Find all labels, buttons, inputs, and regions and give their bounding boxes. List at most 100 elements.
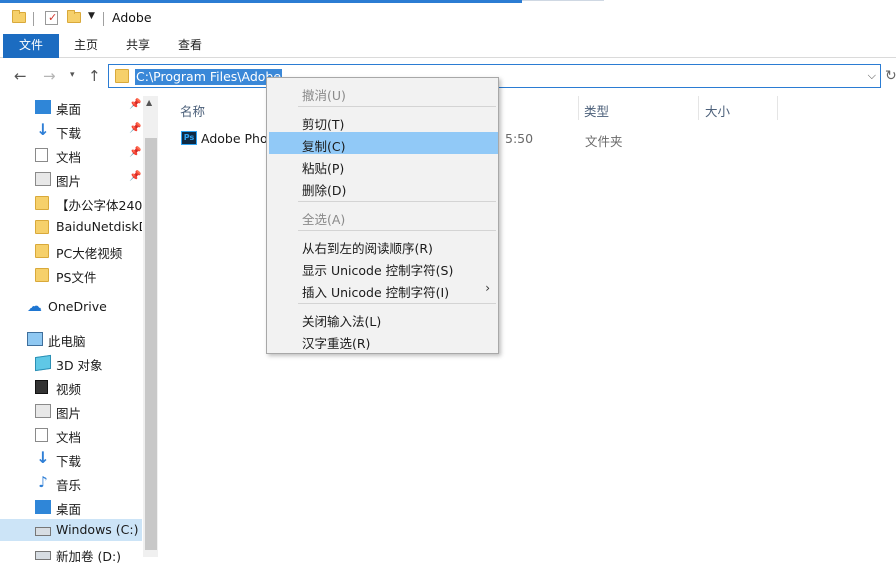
tab-home[interactable]: 主页 — [63, 34, 109, 58]
folder-icon — [35, 196, 49, 210]
folder-icon — [35, 244, 49, 258]
sidebar-item-desktop[interactable]: 桌面 — [0, 496, 142, 518]
desktop-icon — [35, 500, 51, 514]
menu-separator — [298, 201, 496, 202]
menu-item-delete[interactable]: 删除(D) — [269, 176, 498, 198]
menu-item-label: 删除(D) — [302, 183, 347, 198]
sidebar-item-videos[interactable]: 视频 — [0, 376, 142, 398]
sidebar-scrollbar-thumb[interactable] — [145, 138, 157, 550]
quick-access-separator — [103, 12, 104, 26]
column-header-name[interactable]: 名称 — [180, 101, 205, 120]
menu-item-label: 粘贴(P) — [302, 161, 345, 176]
sidebar-item-pictures-pinned[interactable]: 图片 📌 — [0, 168, 142, 190]
download-icon: ↓ — [36, 448, 50, 467]
sidebar-item-this-pc[interactable]: 此电脑 — [0, 328, 142, 350]
drive-icon — [35, 527, 51, 536]
column-divider[interactable] — [578, 96, 579, 120]
menu-item-label: 关闭输入法(L) — [302, 314, 382, 329]
title-bar: ✓ ▼ Adobe — [0, 3, 896, 31]
onedrive-icon: ☁ — [27, 297, 42, 315]
menu-item-copy[interactable]: 复制(C) — [269, 132, 498, 154]
sidebar-item-label: 音乐 — [56, 478, 82, 493]
sidebar-item-label: Windows (C:) — [56, 522, 139, 537]
sidebar-item-label: 3D 对象 — [56, 358, 103, 373]
properties-icon[interactable]: ✓ — [45, 11, 58, 25]
sidebar-item-pictures[interactable]: 图片 — [0, 400, 142, 422]
picture-icon — [35, 172, 51, 186]
menu-item-label: 显示 Unicode 控制字符(S) — [302, 263, 454, 278]
sidebar-item-label: 新加卷 (D:) — [56, 549, 122, 564]
sidebar-item-pc-videos-folder[interactable]: PC大佬视频 — [0, 240, 142, 262]
sidebar-item-label: 文档 — [56, 430, 82, 445]
sidebar-item-onedrive[interactable]: ☁ OneDrive — [0, 296, 142, 318]
file-type: 文件夹 — [585, 134, 623, 149]
sidebar-item-windows-c[interactable]: Windows (C:) — [0, 519, 142, 541]
up-arrow-icon[interactable]: ↑ — [88, 67, 101, 85]
picture-icon — [35, 404, 51, 418]
menu-item-label: 汉字重选(R) — [302, 336, 371, 351]
menu-item-label: 全选(A) — [302, 212, 346, 227]
music-icon: ♪ — [38, 473, 48, 491]
address-folder-icon — [115, 69, 129, 83]
column-header-type[interactable]: 类型 — [584, 101, 609, 120]
new-folder-icon[interactable] — [67, 10, 81, 23]
sidebar-item-label: PC大佬视频 — [56, 246, 123, 261]
pin-icon: 📌 — [129, 171, 142, 182]
menu-item-label: 插入 Unicode 控制字符(I) — [302, 285, 450, 300]
3d-objects-icon — [35, 354, 51, 372]
photoshop-folder-icon: Ps — [181, 131, 197, 145]
column-divider[interactable] — [698, 96, 699, 120]
column-header-size[interactable]: 大小 — [705, 101, 730, 120]
refresh-icon[interactable]: ↻ — [885, 68, 896, 84]
sidebar-item-documents[interactable]: 文档 — [0, 424, 142, 446]
menu-separator — [298, 106, 496, 107]
pin-icon: 📌 — [129, 123, 142, 134]
document-icon — [35, 148, 48, 162]
menu-item-rtl-reading[interactable]: 从右到左的阅读顺序(R) — [269, 234, 498, 256]
ribbon-tabs: 文件 主页 共享 查看 — [0, 32, 896, 58]
column-divider[interactable] — [777, 96, 778, 120]
sidebar-item-new-volume-d[interactable]: 新加卷 (D:) — [0, 543, 142, 565]
tab-share[interactable]: 共享 — [115, 34, 161, 58]
sidebar-item-baidunetdisk[interactable]: BaiduNetdiskD — [0, 216, 142, 238]
menu-item-show-unicode[interactable]: 显示 Unicode 控制字符(S) — [269, 256, 498, 278]
address-dropdown-chevron-icon[interactable]: ⌵ — [868, 69, 876, 83]
sidebar-item-label: BaiduNetdiskD — [56, 219, 142, 234]
folder-icon — [35, 268, 49, 282]
menu-item-insert-unicode[interactable]: 插入 Unicode 控制字符(I) › — [269, 278, 498, 300]
sidebar-item-desktop-pinned[interactable]: 桌面 📌 — [0, 96, 142, 118]
menu-item-close-ime[interactable]: 关闭输入法(L) — [269, 307, 498, 329]
sidebar-item-music[interactable]: ♪ 音乐 — [0, 472, 142, 494]
folder-icon — [35, 220, 49, 234]
sidebar-item-downloads-pinned[interactable]: ↓ 下载 📌 — [0, 120, 142, 142]
pin-icon: 📌 — [129, 147, 142, 158]
menu-item-label: 从右到左的阅读顺序(R) — [302, 241, 433, 256]
menu-item-paste[interactable]: 粘贴(P) — [269, 154, 498, 176]
submenu-arrow-icon: › — [485, 281, 490, 295]
customize-toolbar-icon[interactable]: ▼ — [88, 11, 95, 21]
menu-separator — [298, 303, 496, 304]
address-input[interactable]: C:\Program Files\Adobe — [135, 69, 283, 85]
pin-icon: 📌 — [129, 99, 142, 110]
context-menu: 撤消(U) 剪切(T) 复制(C) 粘贴(P) 删除(D) 全选(A) 从右到左… — [266, 77, 499, 354]
tab-file[interactable]: 文件 — [3, 34, 59, 58]
sidebar-item-ps-files-folder[interactable]: PS文件 — [0, 264, 142, 286]
sidebar-item-label: 【办公字体240套 — [56, 198, 142, 213]
sidebar-item-documents-pinned[interactable]: 文档 📌 — [0, 144, 142, 166]
sidebar-item-fonts-folder[interactable]: 【办公字体240套 — [0, 192, 142, 214]
sidebar-item-label: OneDrive — [48, 299, 107, 314]
sidebar-item-downloads[interactable]: ↓ 下载 — [0, 448, 142, 470]
recent-locations-chevron-icon[interactable]: ▾ — [70, 70, 75, 80]
tab-view[interactable]: 查看 — [167, 34, 213, 58]
menu-item-reconvert[interactable]: 汉字重选(R) — [269, 329, 498, 351]
menu-item-undo[interactable]: 撤消(U) — [269, 81, 498, 103]
back-arrow-icon[interactable]: ← — [14, 67, 27, 85]
quick-access-separator — [33, 12, 34, 26]
forward-arrow-icon[interactable]: → — [43, 67, 56, 85]
sidebar-item-3d-objects[interactable]: 3D 对象 — [0, 352, 142, 374]
sidebar-item-label: 视频 — [56, 382, 82, 397]
menu-item-cut[interactable]: 剪切(T) — [269, 110, 498, 132]
scroll-up-arrow-icon[interactable]: ▲ — [146, 98, 152, 107]
menu-item-select-all[interactable]: 全选(A) — [269, 205, 498, 227]
menu-item-label: 剪切(T) — [302, 117, 345, 132]
